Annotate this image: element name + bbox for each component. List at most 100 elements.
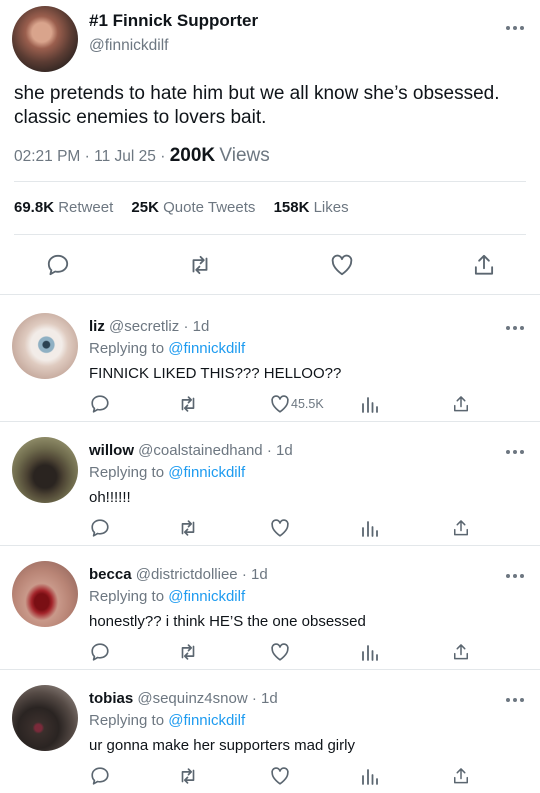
reply-display-name[interactable]: liz [89, 318, 105, 335]
reply-handle[interactable]: @secretliz [109, 318, 179, 335]
share-icon[interactable] [451, 517, 471, 539]
replying-to: Replying to @finnickdilf [89, 588, 245, 605]
reply-text: ur gonna make her supporters mad girly [89, 737, 355, 754]
tweet-meta: 02:21 PM · 11 Jul 25 · 200K Views [14, 145, 270, 167]
reply-tweet: liz @secretliz · 1d Replying to @finnick… [0, 298, 540, 422]
tweet-date[interactable]: 11 Jul 25 [94, 148, 156, 165]
retweet-icon[interactable] [176, 517, 200, 539]
reply-icon[interactable] [89, 517, 111, 539]
reply-tweet: willow @coalstainedhand · 1d Replying to… [0, 422, 540, 546]
reply-actions: 45.5K [0, 393, 540, 417]
reply-header: liz @secretliz · 1d [89, 318, 209, 335]
heart-icon[interactable] [269, 641, 291, 663]
retweets-count: 69.8K [14, 199, 55, 216]
meta-separator: · [266, 442, 272, 459]
retweet-icon[interactable] [176, 393, 200, 415]
reply-icon[interactable] [89, 393, 111, 415]
heart-icon[interactable] [269, 517, 291, 539]
replying-label: Replying to [89, 712, 165, 729]
replying-label: Replying to [89, 464, 165, 481]
tweet-time[interactable]: 02:21 PM [14, 148, 80, 165]
meta-separator: · [183, 318, 189, 335]
views-count: 200K [169, 145, 216, 166]
likes-stat[interactable]: 158K Likes [274, 199, 349, 216]
avatar[interactable] [12, 685, 78, 751]
divider [0, 294, 540, 295]
share-icon[interactable] [451, 765, 471, 787]
views-icon[interactable] [360, 394, 380, 414]
more-dots-icon[interactable] [505, 694, 525, 704]
avatar[interactable] [12, 437, 78, 503]
reply-handle[interactable]: @coalstainedhand [138, 442, 262, 459]
reply-age[interactable]: 1d [276, 442, 293, 459]
likes-count: 158K [273, 199, 310, 216]
like-count: 45.5K [291, 397, 324, 411]
reply-display-name[interactable]: becca [89, 566, 132, 583]
display-name[interactable]: #1 Finnick Supporter [89, 11, 258, 31]
mention-link[interactable]: @finnickdilf [168, 464, 245, 481]
reply-age[interactable]: 1d [251, 566, 268, 583]
reply-header: becca @districtdolliee · 1d [89, 566, 268, 583]
share-icon[interactable] [451, 393, 471, 415]
more-dots-icon[interactable] [505, 446, 525, 456]
retweets-label: Retweet [58, 199, 114, 216]
retweets-stat[interactable]: 69.8K Retweet [14, 199, 117, 216]
views-icon[interactable] [360, 642, 380, 662]
meta-separator: · [241, 566, 247, 583]
retweet-icon[interactable] [186, 252, 214, 278]
retweet-icon[interactable] [176, 765, 200, 787]
replying-label: Replying to [89, 340, 165, 357]
meta-separator: · [160, 148, 170, 165]
meta-separator: · [84, 148, 95, 165]
mention-link[interactable]: @finnickdilf [168, 712, 245, 729]
views-icon[interactable] [360, 518, 380, 538]
tweet-actions [0, 247, 540, 283]
retweet-icon[interactable] [176, 641, 200, 663]
reply-age[interactable]: 1d [193, 318, 210, 335]
reply-handle[interactable]: @sequinz4snow [137, 690, 247, 707]
replying-label: Replying to [89, 588, 165, 605]
replying-to: Replying to @finnickdilf [89, 340, 245, 357]
reply-header: willow @coalstainedhand · 1d [89, 442, 293, 459]
reply-icon[interactable] [45, 252, 71, 278]
reply-handle[interactable]: @districtdolliee [136, 566, 238, 583]
reply-text: oh!!!!!! [89, 489, 131, 506]
reply-icon[interactable] [89, 765, 111, 787]
divider [14, 234, 526, 235]
more-dots-icon[interactable] [505, 22, 525, 32]
reply-actions [0, 517, 540, 541]
reply-tweet: becca @districtdolliee · 1d Replying to … [0, 546, 540, 670]
heart-icon[interactable] [269, 765, 291, 787]
reply-header: tobias @sequinz4snow · 1d [89, 690, 278, 707]
heart-icon[interactable] [269, 393, 291, 415]
share-icon[interactable] [451, 641, 471, 663]
reply-actions [0, 765, 540, 789]
divider [14, 181, 526, 182]
quotes-count: 25K [131, 199, 159, 216]
views-icon[interactable] [360, 766, 380, 786]
reply-display-name[interactable]: willow [89, 442, 134, 459]
reply-actions [0, 641, 540, 665]
handle[interactable]: @finnickdilf [89, 37, 168, 55]
mention-link[interactable]: @finnickdilf [168, 340, 245, 357]
quotes-stat[interactable]: 25K Quote Tweets [131, 199, 259, 216]
heart-icon[interactable] [329, 252, 355, 278]
reply-text: honestly?? i think HE’S the one obsessed [89, 613, 366, 630]
reply-display-name[interactable]: tobias [89, 690, 133, 707]
more-dots-icon[interactable] [505, 570, 525, 580]
mention-link[interactable]: @finnickdilf [168, 588, 245, 605]
likes-label: Likes [313, 199, 349, 216]
replying-to: Replying to @finnickdilf [89, 464, 245, 481]
more-dots-icon[interactable] [505, 322, 525, 332]
avatar[interactable] [12, 313, 78, 379]
reply-tweet: tobias @sequinz4snow · 1d Replying to @f… [0, 670, 540, 793]
avatar[interactable] [12, 561, 78, 627]
avatar[interactable] [12, 6, 78, 72]
quotes-label: Quote Tweets [163, 199, 256, 216]
tweet-stats: 69.8K Retweet 25K Quote Tweets 158K Like… [14, 199, 363, 216]
meta-separator: · [251, 690, 257, 707]
share-icon[interactable] [471, 251, 497, 279]
reply-icon[interactable] [89, 641, 111, 663]
reply-text: FINNICK LIKED THIS??? HELLOO?? [89, 365, 342, 382]
reply-age[interactable]: 1d [261, 690, 278, 707]
